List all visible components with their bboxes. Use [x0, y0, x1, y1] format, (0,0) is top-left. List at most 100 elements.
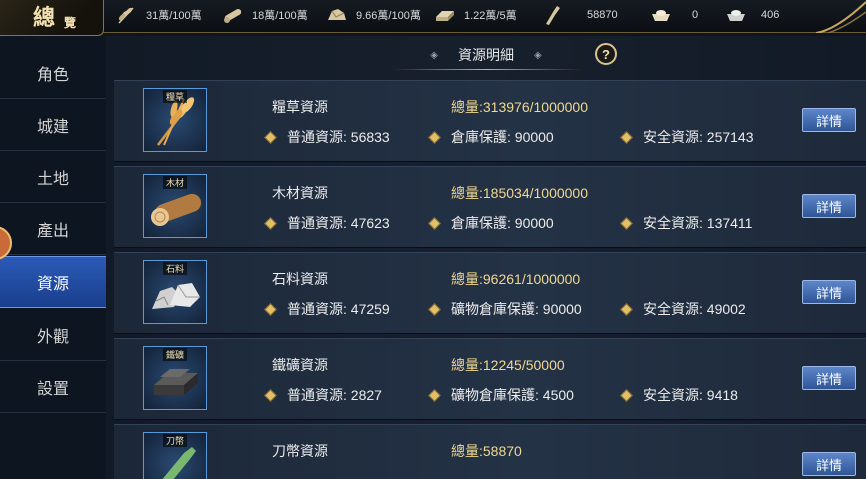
stat-normal: 普通資源: 47623: [264, 213, 390, 233]
stat-value: 安全資源: 257143: [643, 129, 754, 145]
stat-value: 礦物倉庫保護: 4500: [451, 387, 574, 403]
resource-total: 總量:58870: [451, 443, 522, 459]
wheat-icon: [116, 4, 138, 26]
stat-safe: 安全資源: 49002: [620, 299, 746, 319]
panel-header: ◈ 資源明細 ◈: [106, 40, 866, 70]
top-resource-bar: 總 覽 31萬/100萬 18萬/100萬 9.66萬/100萬 1.22萬/5…: [0, 0, 866, 36]
thumbnail-tag: 刀幣: [162, 434, 188, 447]
overview-logo: 總 覽: [0, 0, 104, 36]
sidebar-item-character[interactable]: 角色: [0, 47, 106, 99]
resource-row-food: 糧草 糧草資源 總量:313976/1000000 普通資源: 56833 倉庫…: [114, 80, 866, 162]
sidebar-nav: 角色 城建 土地 產出 資源 外觀 設置: [0, 47, 106, 479]
resource-token-value: 58870: [587, 9, 618, 21]
sidebar-item-label: 土地: [36, 170, 69, 188]
resource-iron[interactable]: 1.22萬/5萬: [434, 0, 517, 30]
details-button[interactable]: 詳情: [802, 108, 856, 132]
diamond-bullet-icon: [264, 388, 277, 402]
stat-protected: 倉庫保護: 90000: [428, 127, 554, 147]
resource-wood-value: 18萬/100萬: [252, 10, 308, 22]
diamond-bullet-icon: [428, 388, 441, 402]
logo-subtitle: 覽: [64, 16, 77, 30]
stat-value: 安全資源: 49002: [643, 301, 746, 317]
resource-total: 總量:185034/1000000: [451, 185, 588, 201]
sidebar-item-output[interactable]: 產出: [0, 203, 106, 255]
thumbnail-tag: 鐵礦: [162, 348, 188, 361]
thumbnail-tag: 木材: [162, 176, 188, 189]
stone-icon: [326, 4, 348, 26]
sidebar-item-city[interactable]: 城建: [0, 99, 106, 151]
resource-stone-value: 9.66萬/100萬: [356, 10, 421, 22]
resource-iron-value: 1.22萬/5萬: [464, 10, 517, 22]
stat-normal: 普通資源: 2827: [264, 385, 382, 405]
resource-silver[interactable]: 406: [725, 0, 779, 30]
sidebar-item-label: 角色: [36, 66, 69, 84]
resource-wood[interactable]: 18萬/100萬: [222, 0, 308, 30]
resource-name: 刀幣資源: [272, 443, 328, 459]
resource-total: 總量:96261/1000000: [451, 271, 581, 287]
gold-ingot-icon: [650, 4, 672, 26]
sidebar-item-label: 資源: [36, 276, 69, 293]
resource-name: 鐵礦資源: [272, 357, 328, 373]
sidebar-item-label: 產出: [36, 222, 69, 240]
iron-thumbnail: 鐵礦: [143, 346, 207, 410]
details-button[interactable]: 詳情: [802, 280, 856, 304]
diamond-ornament-icon: ◈: [430, 49, 438, 61]
diamond-bullet-icon: [264, 302, 277, 316]
resource-stone[interactable]: 9.66萬/100萬: [326, 0, 421, 30]
token-icon: [541, 4, 563, 26]
resource-name: 糧草資源: [272, 99, 328, 115]
stat-normal: 普通資源: 56833: [264, 127, 390, 147]
resource-gold-value: 0: [692, 9, 699, 21]
stat-value: 安全資源: 9418: [643, 387, 738, 403]
thumbnail-tag: 石料: [162, 262, 188, 275]
stat-value: 普通資源: 2827: [287, 387, 382, 403]
coin-thumbnail: 刀幣: [143, 432, 207, 479]
sidebar-item-label: 外觀: [36, 328, 69, 346]
diamond-bullet-icon: [620, 388, 633, 402]
help-button[interactable]: ?: [595, 43, 617, 65]
resource-silver-value: 406: [761, 9, 780, 21]
resource-detail-panel: ◈ 資源明細 ◈ ? 糧草 糧草資源 總量:313976/1000000 普通資…: [106, 36, 866, 479]
stat-protected: 礦物倉庫保護: 90000: [428, 299, 582, 319]
sidebar-item-appearance[interactable]: 外觀: [0, 309, 106, 361]
sidebar-item-label: 設置: [36, 380, 69, 398]
diamond-bullet-icon: [620, 130, 633, 144]
stat-value: 倉庫保護: 90000: [451, 129, 554, 145]
resource-row-stone: 石料 石料資源 總量:96261/1000000 普通資源: 47259 礦物倉…: [114, 252, 866, 334]
resource-name: 石料資源: [272, 271, 328, 287]
resource-name: 木材資源: [272, 185, 328, 201]
diamond-bullet-icon: [264, 216, 277, 230]
wood-icon: [222, 4, 244, 26]
details-button[interactable]: 詳情: [802, 452, 856, 476]
details-button[interactable]: 詳情: [802, 194, 856, 218]
stat-value: 礦物倉庫保護: 90000: [451, 301, 582, 317]
logo-title: 總: [33, 5, 56, 31]
sidebar-item-settings[interactable]: 設置: [0, 361, 106, 413]
resource-gold[interactable]: 0: [650, 0, 698, 30]
resource-food[interactable]: 31萬/100萬: [116, 0, 202, 30]
details-button[interactable]: 詳情: [802, 366, 856, 390]
stat-value: 普通資源: 47623: [287, 215, 390, 231]
sidebar-item-land[interactable]: 土地: [0, 151, 106, 203]
stat-value: 普通資源: 56833: [287, 129, 390, 145]
resource-total: 總量:12245/50000: [451, 357, 565, 373]
stat-value: 倉庫保護: 90000: [451, 215, 554, 231]
stone-thumbnail: 石料: [143, 260, 207, 324]
diamond-bullet-icon: [264, 130, 277, 144]
resource-food-value: 31萬/100萬: [146, 10, 202, 22]
food-thumbnail: 糧草: [143, 88, 207, 152]
diamond-bullet-icon: [620, 302, 633, 316]
diamond-bullet-icon: [428, 216, 441, 230]
diamond-bullet-icon: [428, 302, 441, 316]
resource-row-wood: 木材 木材資源 總量:185034/1000000 普通資源: 47623 倉庫…: [114, 166, 866, 248]
resource-token[interactable]: 58870: [541, 0, 618, 30]
resource-total: 總量:313976/1000000: [451, 99, 588, 115]
diamond-bullet-icon: [620, 216, 633, 230]
panel-title: 資源明細: [458, 47, 514, 63]
stat-safe: 安全資源: 9418: [620, 385, 738, 405]
title-divider: [392, 69, 582, 70]
stat-value: 安全資源: 137411: [643, 215, 753, 231]
diamond-ornament-icon: ◈: [534, 49, 542, 61]
sidebar-item-resources[interactable]: 資源: [0, 256, 106, 308]
corner-ornament-icon: [815, 1, 866, 33]
